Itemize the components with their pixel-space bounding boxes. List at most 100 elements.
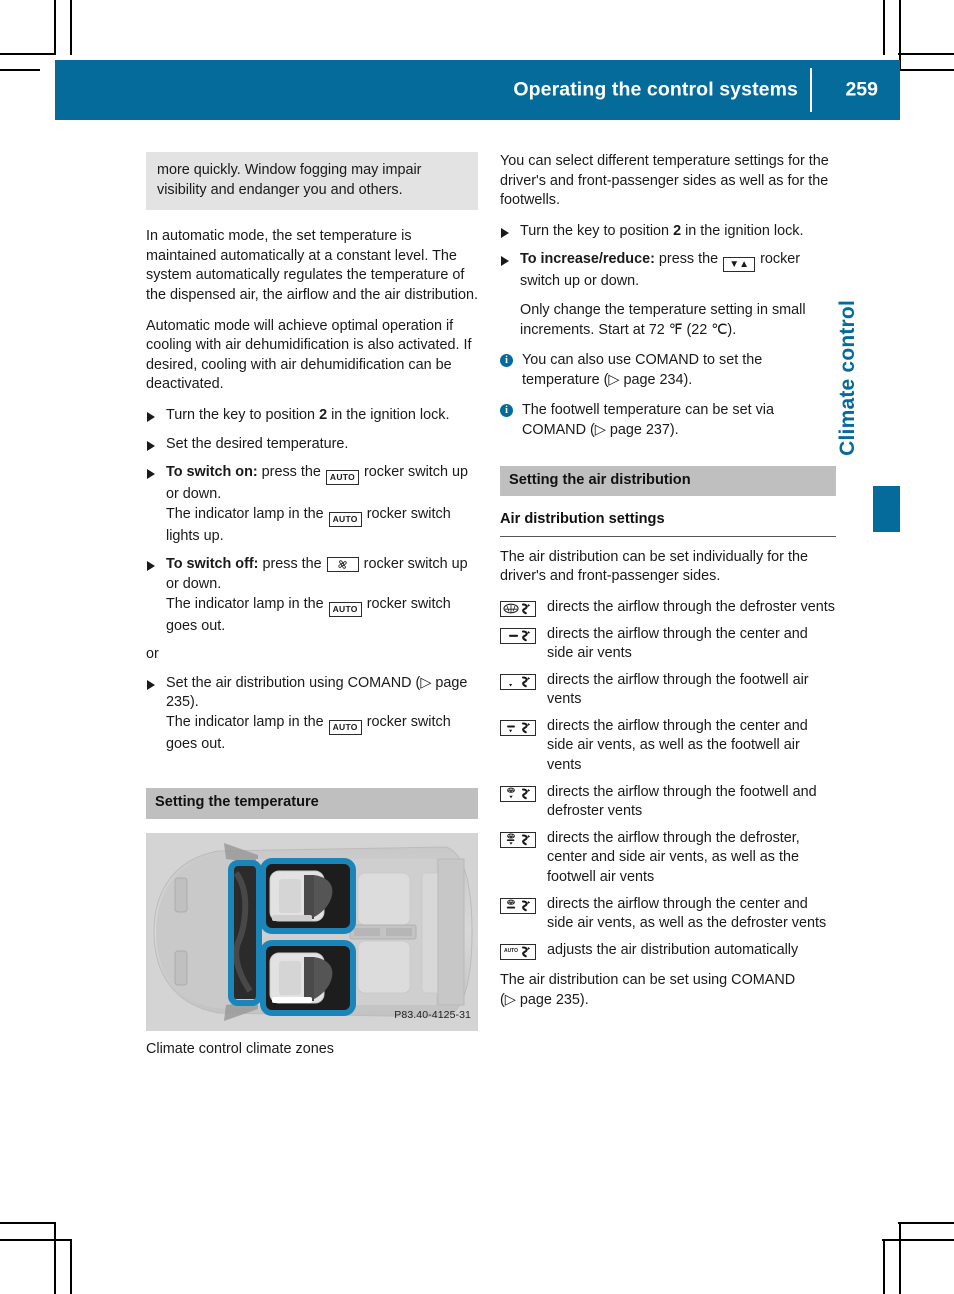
page-ref-arrow-icon: ▷ <box>420 674 436 691</box>
right-closing-paragraph: The air distribution can be set using CO… <box>500 971 836 1010</box>
step-text-a: Set the air distribution using COMAND ( <box>166 674 421 691</box>
or-label: or <box>146 646 159 663</box>
info-text-b: ). <box>669 421 679 438</box>
figure-reference-code: P83.40-4125-31 <box>394 1009 471 1022</box>
left-paragraph-2: Automatic mode will achieve optimal oper… <box>146 317 472 393</box>
sub-heading-air-distribution-settings: Air distribution settings <box>500 510 836 537</box>
step-set-air-distribution-comand: Set the air distribution using COMAND (▷… <box>146 674 478 755</box>
step-triangle-bullet-icon <box>501 256 509 267</box>
info-note-footwell-temperature: i The footwell temperature can be set vi… <box>500 401 836 440</box>
step-text-b: in the ignition lock. <box>681 222 804 239</box>
crop-mark-bl-v1 <box>54 1222 56 1294</box>
center-side-footwell-vents-icon <box>500 719 536 736</box>
page-ref: page 235 <box>519 992 580 1008</box>
step-triangle-bullet-icon <box>147 561 155 572</box>
air-distribution-text: directs the airflow through the footwell… <box>547 783 817 820</box>
step-switch-on: To switch on: press the AUTO rocker swit… <box>146 463 478 546</box>
air-distribution-text: directs the airflow through the defroste… <box>547 598 835 615</box>
center-side-defroster-vents-icon <box>500 897 536 914</box>
page-ref-arrow-icon: ▷ <box>594 421 610 438</box>
step-label-bold: To switch off: <box>166 556 259 573</box>
header-divider <box>810 68 812 112</box>
step-label-bold: To increase/reduce: <box>520 251 655 268</box>
crop-mark-bl-h1 <box>0 1222 56 1224</box>
page-number: 259 <box>845 78 878 101</box>
chapter-thumb-tab-label: Climate control <box>836 300 859 456</box>
defroster-center-side-footwell-vents-icon <box>500 831 536 848</box>
footwell-defroster-vents-icon <box>500 785 536 802</box>
air-distribution-row: directs the airflow through the center a… <box>500 717 836 776</box>
crop-mark-tl-v2 <box>70 0 72 55</box>
closing-text-b: ). <box>579 992 589 1008</box>
air-distribution-text: directs the airflow through the defroste… <box>547 829 800 886</box>
crop-mark-bl-v2 <box>70 1239 72 1294</box>
air-distribution-row: directs the airflow through the defroste… <box>500 598 836 618</box>
car-top-view-diagram <box>146 833 478 1032</box>
crop-mark-tl-h1 <box>0 53 56 55</box>
page-ref-arrow-icon: ▷ <box>504 992 520 1008</box>
figure-climate-zones: P83.40-4125-31 Climate control climate z… <box>146 833 478 1060</box>
step-2-note: Only change the temperature setting in s… <box>520 301 806 338</box>
page-ref-arrow-icon: ▷ <box>608 371 624 388</box>
step-text-a: press the <box>258 556 326 573</box>
step-turn-key: Turn the key to position 2 in the igniti… <box>146 406 478 426</box>
page-ref: page 234 <box>623 371 684 388</box>
manual-page: Operating the control systems 259 Climat… <box>0 0 954 1294</box>
auto-rocker-switch-icon: AUTO <box>328 511 362 527</box>
warning-note-box: more quickly. Window fogging may impair … <box>146 152 478 211</box>
page-header-title: Operating the control systems <box>513 78 798 101</box>
step-substep: The indicator lamp in the AUTO rocker sw… <box>166 713 478 755</box>
info-icon: i <box>500 404 513 418</box>
step-text-a: press the <box>257 464 325 481</box>
air-distribution-row: directs the airflow through the footwell… <box>500 671 836 710</box>
step-set-temperature: Set the desired temperature. <box>146 435 478 455</box>
air-distribution-row: directs the airflow through the center a… <box>500 895 836 934</box>
step-triangle-bullet-icon <box>501 227 509 238</box>
section-heading-setting-the-temperature: Setting the temperature <box>146 788 478 820</box>
crop-mark-br-v2 <box>883 1239 885 1294</box>
step-triangle-bullet-icon <box>147 679 155 690</box>
page-header-bar: Operating the control systems 259 <box>55 60 900 120</box>
step-triangle-bullet-icon <box>147 440 155 451</box>
substep-text-a: The indicator lamp in the <box>166 713 328 730</box>
step-substep: The indicator lamp in the AUTO rocker sw… <box>166 595 478 637</box>
air-distribution-text: directs the airflow through the center a… <box>547 625 808 662</box>
info-note-comand-temperature: i You can also use COMAND to set the tem… <box>500 351 836 390</box>
right-paragraph-1: You can select different temperature set… <box>500 153 829 209</box>
fan-rocker-switch-icon <box>326 557 359 573</box>
air-distribution-row: directs the airflow through the footwell… <box>500 783 836 822</box>
chapter-thumb-tab-block <box>873 486 900 532</box>
left-paragraph-1: In automatic mode, the set temperature i… <box>146 228 478 303</box>
crop-mark-tl-v1 <box>54 0 56 55</box>
air-distribution-text: directs the airflow through the footwell… <box>547 671 809 708</box>
step-text-b: in the ignition lock. <box>327 406 450 423</box>
step-substep: The indicator lamp in the AUTO rocker sw… <box>166 505 478 547</box>
air-distribution-text: directs the airflow through the center a… <box>547 717 808 774</box>
auto-rocker-switch-icon: AUTO <box>328 719 362 735</box>
left-column: more quickly. Window fogging may impair … <box>146 152 478 1060</box>
auto-air-distribution-icon: AUTO <box>500 943 536 960</box>
step-turn-key-right: Turn the key to position 2 in the igniti… <box>500 222 836 242</box>
air-distribution-text: adjusts the air distribution automatical… <box>547 941 799 958</box>
crop-mark-br-v1 <box>899 1222 901 1294</box>
crop-mark-bl-h2 <box>0 1239 72 1241</box>
crop-mark-tr-h2 <box>900 69 954 71</box>
crop-mark-tr-h1 <box>898 53 954 55</box>
down-up-arrows-rocker-switch-icon: ▼▲ <box>723 257 756 273</box>
air-distribution-row: directs the airflow through the center a… <box>500 625 836 664</box>
right-paragraph-2: The air distribution can be set individu… <box>500 548 808 585</box>
substep-text-a: The indicator lamp in the <box>166 595 328 612</box>
step-switch-off: To switch off: press the rocker switch u… <box>146 555 478 636</box>
crop-mark-tr-v1 <box>883 0 885 55</box>
air-distribution-row: directs the airflow through the defroste… <box>500 829 836 888</box>
info-text-b: ). <box>683 371 693 388</box>
step-text-bold: 2 <box>319 406 328 423</box>
figure-image: P83.40-4125-31 <box>146 833 478 1032</box>
section-heading-setting-the-air-distribution: Setting the air distribution <box>500 465 836 497</box>
crop-mark-tl-h2 <box>0 69 40 71</box>
auto-rocker-switch-icon: AUTO <box>328 601 362 617</box>
crop-mark-br-h2 <box>882 1239 954 1241</box>
info-icon: i <box>500 354 513 368</box>
page-ref: page 237 <box>609 421 670 438</box>
right-column: You can select different temperature set… <box>500 152 836 1022</box>
